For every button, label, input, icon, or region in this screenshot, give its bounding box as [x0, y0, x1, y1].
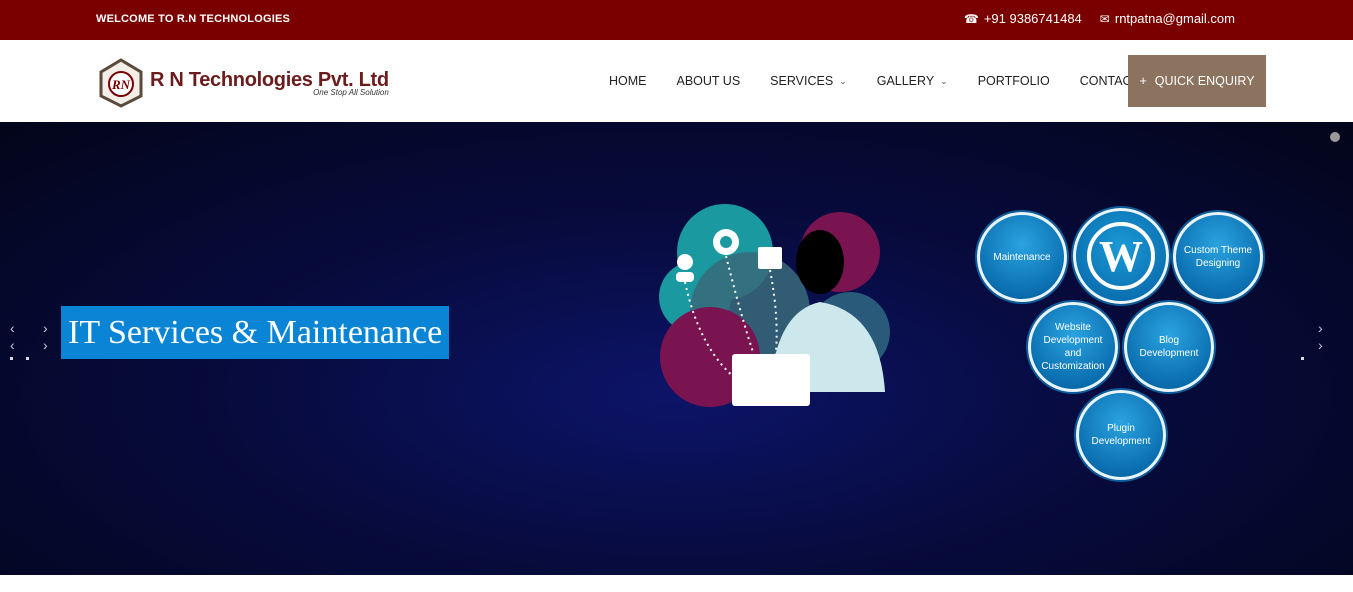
quick-enquiry-label: QUICK ENQUIRY [1154, 74, 1255, 88]
prev-arrow-icon[interactable]: ‹ [10, 320, 15, 336]
site-logo[interactable]: RN R N Technologies Pvt. Ltd One Stop Al… [98, 58, 389, 108]
nav-about[interactable]: ABOUT US [662, 40, 756, 122]
slider-dot[interactable] [10, 357, 13, 360]
top-bar: WELCOME TO R.N TECHNOLOGIES ☎ +91 938674… [0, 0, 1353, 40]
contact-info: ☎ +91 9386741484 ✉ rntpatna@gmail.com [964, 11, 1235, 26]
wordpress-logo-icon: W [1087, 222, 1155, 290]
wordpress-icon: W [1073, 208, 1169, 304]
nav-services[interactable]: SERVICES ⌄ [755, 40, 862, 122]
website-development-bubble[interactable]: Website Development and Customization [1028, 302, 1118, 392]
phone-icon: ☎ [963, 11, 979, 26]
hero-slider: ‹ ‹ › › › › IT Services & Maintenance Ma… [0, 122, 1353, 575]
page-bottom-strip [0, 575, 1353, 592]
prev-arrow-icon[interactable]: ‹ [10, 337, 15, 353]
welcome-text: WELCOME TO R.N TECHNOLOGIES [96, 13, 291, 25]
nav-portfolio-label: PORTFOLIO [977, 74, 1050, 88]
next-arrow-icon[interactable]: › [1318, 337, 1323, 353]
phone-link[interactable]: ☎ +91 9386741484 [964, 11, 1082, 26]
nav-home[interactable]: HOME [594, 40, 662, 122]
rn-logo-icon: RN [99, 58, 143, 108]
custom-theme-label: Custom Theme Designing [1183, 245, 1253, 269]
next-arrow-icon[interactable]: › [43, 320, 48, 336]
nav-gallery-label: GALLERY [876, 74, 935, 88]
svg-text:W: W [1099, 232, 1143, 281]
nav-services-label: SERVICES [770, 74, 834, 88]
support-agent-illustration [659, 204, 890, 407]
phone-number: +91 9386741484 [983, 11, 1082, 26]
chevron-down-icon: ⌄ [839, 75, 847, 86]
envelope-icon: ✉ [1099, 11, 1110, 26]
email-link[interactable]: ✉ rntpatna@gmail.com [1100, 11, 1235, 26]
slide-caption: IT Services & Maintenance [61, 306, 450, 359]
email-address: rntpatna@gmail.com [1114, 11, 1235, 26]
chevron-down-icon: ⌄ [940, 75, 948, 86]
blog-development-bubble[interactable]: Blog Development [1124, 302, 1214, 392]
loading-indicator-icon [1330, 132, 1340, 142]
site-header: RN R N Technologies Pvt. Ltd One Stop Al… [0, 40, 1353, 123]
slider-dot[interactable] [26, 357, 29, 360]
website-development-label: Website Development and Customization [1041, 322, 1105, 372]
main-nav: HOME ABOUT US SERVICES ⌄ GALLERY ⌄ PORTFOL… [594, 40, 1154, 122]
svg-text:RN: RN [111, 77, 131, 92]
next-arrow-icon[interactable]: › [43, 337, 48, 353]
nav-home-label: HOME [609, 74, 647, 88]
maintenance-label: Maintenance [993, 251, 1051, 263]
slider-dot[interactable] [1301, 357, 1304, 360]
quick-enquiry-button[interactable]: + QUICK ENQUIRY [1128, 55, 1266, 107]
next-arrow-icon[interactable]: › [1318, 320, 1323, 336]
custom-theme-bubble[interactable]: Custom Theme Designing [1173, 212, 1263, 302]
nav-about-label: ABOUT US [676, 74, 741, 88]
plus-icon: + [1139, 74, 1147, 88]
plugin-development-label: Plugin Development [1091, 423, 1151, 447]
blog-development-label: Blog Development [1139, 335, 1199, 359]
plugin-development-bubble[interactable]: Plugin Development [1076, 390, 1166, 480]
maintenance-bubble[interactable]: Maintenance [977, 212, 1067, 302]
nav-gallery[interactable]: GALLERY ⌄ [862, 40, 963, 122]
nav-portfolio[interactable]: PORTFOLIO [963, 40, 1065, 122]
